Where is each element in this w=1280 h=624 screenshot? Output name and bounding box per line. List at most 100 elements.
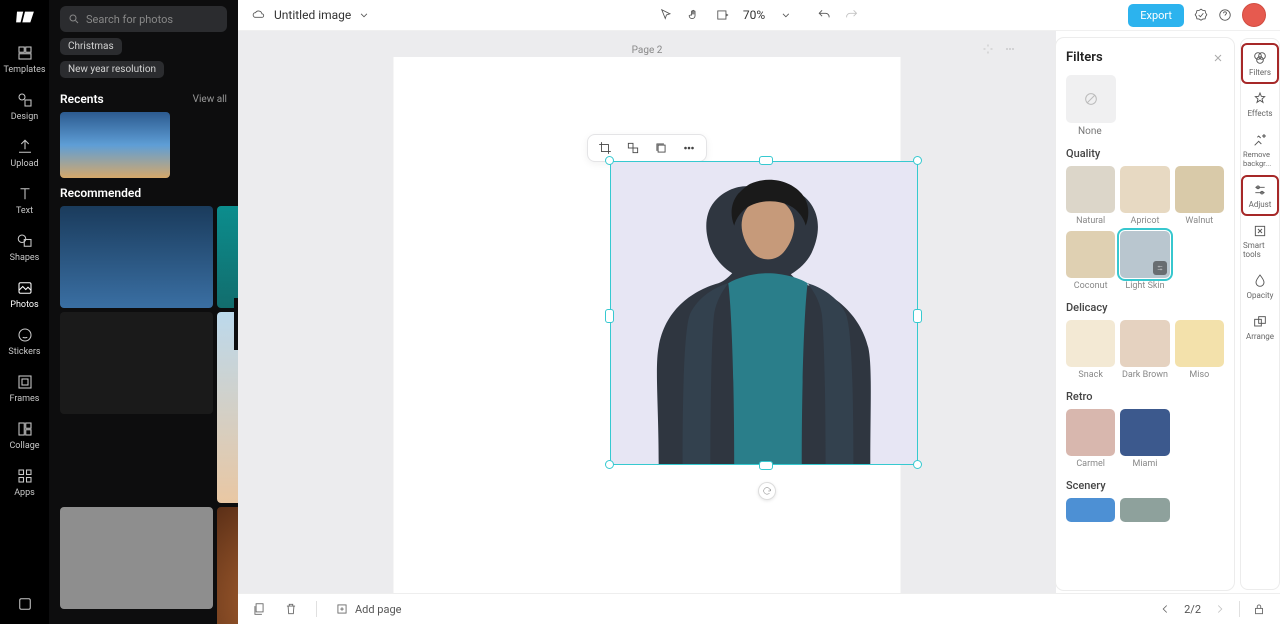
chevron-down-icon [357, 8, 371, 22]
search-input[interactable]: Search for photos [60, 6, 227, 32]
user-avatar[interactable] [1242, 3, 1266, 27]
rail-text[interactable]: Text [0, 177, 49, 224]
rail-templates[interactable]: Templates [0, 36, 49, 83]
delete-page-button[interactable] [284, 602, 298, 616]
reco-thumb[interactable] [217, 507, 238, 624]
recents-view-all[interactable]: View all [193, 94, 227, 105]
filter-snack[interactable]: Snack [1066, 320, 1115, 380]
redo-button[interactable] [845, 8, 859, 22]
chip-new-year[interactable]: New year resolution [60, 61, 164, 78]
reco-grid [49, 206, 238, 624]
rr-smart-tools[interactable]: Smart tools [1243, 218, 1277, 264]
rail-label: Templates [3, 65, 45, 75]
rr-arrange[interactable]: Arrange [1243, 309, 1277, 346]
center-tools: 70% [659, 8, 859, 22]
rr-remove-bg[interactable]: Remove backgr... [1243, 127, 1277, 173]
search-chips: Christmas New year resolution [49, 38, 238, 84]
chevron-down-icon[interactable] [779, 8, 793, 22]
rr-filters[interactable]: Filters [1243, 45, 1277, 82]
hand-tool[interactable] [687, 8, 701, 22]
rr-effects[interactable]: Effects [1243, 86, 1277, 123]
reco-thumb[interactable] [60, 507, 213, 609]
resize-handle-tl[interactable] [605, 156, 614, 165]
resize-handle-tr[interactable] [913, 156, 922, 165]
rail-apps[interactable]: Apps [0, 459, 49, 506]
rr-opacity[interactable]: Opacity [1243, 268, 1277, 305]
resize-handle-mb[interactable] [759, 461, 773, 470]
rail-collage[interactable]: Collage [0, 412, 49, 459]
pages-button[interactable] [252, 602, 266, 616]
filter-carmel[interactable]: Carmel [1066, 409, 1115, 469]
rail-label: Frames [10, 394, 40, 404]
rail-frames[interactable]: Frames [0, 365, 49, 412]
rail-label: Shapes [10, 253, 40, 263]
filter-walnut[interactable]: Walnut [1175, 166, 1224, 226]
close-icon[interactable] [1212, 52, 1224, 64]
export-button[interactable]: Export [1128, 4, 1184, 27]
rail-photos[interactable]: Photos [0, 271, 49, 318]
undo-button[interactable] [817, 8, 831, 22]
pointer-tool[interactable] [659, 8, 673, 22]
zoom-level[interactable]: 70% [743, 8, 765, 22]
check-badge-icon[interactable] [1194, 8, 1208, 22]
duplicate-button[interactable] [654, 141, 668, 155]
rail-stickers[interactable]: Stickers [0, 318, 49, 365]
filters-title: Filters [1066, 50, 1103, 65]
filter-cat-quality: Quality [1066, 147, 1224, 160]
crop-button[interactable] [598, 141, 612, 155]
filter-scenery-2[interactable] [1120, 498, 1169, 522]
page-more-icon[interactable] [1004, 43, 1016, 55]
filter-miso[interactable]: Miso [1175, 320, 1224, 380]
divider [1239, 601, 1240, 617]
canvas-area[interactable]: Page 2 [238, 31, 1056, 593]
resize-tool[interactable] [715, 8, 729, 22]
recents-thumb[interactable] [60, 112, 170, 178]
right-rail: Filters Effects Remove backgr... Adjust … [1240, 38, 1280, 590]
photos-side-panel: Search for photos Christmas New year res… [49, 0, 238, 624]
resize-handle-mt[interactable] [759, 156, 773, 165]
reco-title: Recommended [60, 186, 141, 200]
rr-adjust[interactable]: Adjust [1243, 177, 1277, 214]
filter-none[interactable] [1066, 75, 1116, 123]
rotate-handle[interactable] [758, 482, 776, 500]
filter-miami[interactable]: Miami [1120, 409, 1169, 469]
lock-button[interactable] [1252, 602, 1266, 616]
filter-grid-quality: Natural Apricot Walnut Coconut Light Ski… [1066, 166, 1224, 291]
next-page-button[interactable] [1213, 602, 1227, 616]
filter-natural[interactable]: Natural [1066, 166, 1115, 226]
filter-apricot[interactable]: Apricot [1120, 166, 1169, 226]
cloud-icon[interactable] [252, 8, 266, 22]
help-icon[interactable] [1218, 8, 1232, 22]
reco-thumb[interactable] [60, 312, 213, 414]
reco-thumb[interactable] [217, 206, 238, 308]
section-reco-head: Recommended [49, 178, 238, 206]
group-button[interactable] [626, 141, 640, 155]
rail-label: Apps [14, 488, 35, 498]
divider [316, 601, 317, 617]
page-sparkle-icon[interactable] [982, 43, 994, 55]
filter-light-skin[interactable]: Light Skin [1120, 231, 1169, 291]
resize-handle-bl[interactable] [605, 460, 614, 469]
sliders-icon [1153, 261, 1167, 275]
prev-page-button[interactable] [1158, 602, 1172, 616]
chip-christmas[interactable]: Christmas [60, 38, 122, 55]
section-recents-head: Recents View all [49, 84, 238, 112]
filter-scenery-1[interactable] [1066, 498, 1115, 522]
document-title[interactable]: Untitled image [274, 8, 371, 22]
rail-settings-icon[interactable] [0, 587, 49, 624]
resize-handle-br[interactable] [913, 460, 922, 469]
rail-upload[interactable]: Upload [0, 130, 49, 177]
filter-coconut[interactable]: Coconut [1066, 231, 1115, 291]
filter-dark-brown[interactable]: Dark Brown [1120, 320, 1169, 380]
resize-handle-mr[interactable] [913, 309, 922, 323]
add-page-button[interactable]: Add page [335, 602, 401, 616]
filter-grid-scenery [1066, 498, 1224, 522]
resize-handle-ml[interactable] [605, 309, 614, 323]
rail-label: Photos [10, 300, 38, 310]
more-button[interactable] [682, 141, 696, 155]
rail-design[interactable]: Design [0, 83, 49, 130]
app-logo[interactable] [12, 8, 38, 26]
selected-image[interactable] [610, 161, 918, 465]
reco-thumb[interactable] [60, 206, 213, 308]
rail-shapes[interactable]: Shapes [0, 224, 49, 271]
